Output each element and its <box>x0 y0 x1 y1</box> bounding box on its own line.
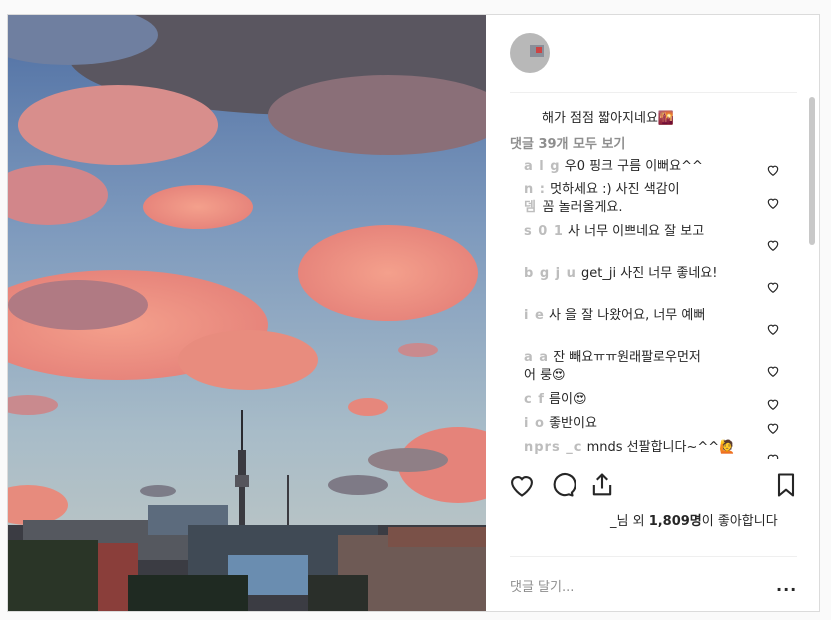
sunset-photo <box>8 15 486 611</box>
comment-item: s 0 1 사 너무 이쁘네요 잘 보고 <box>524 224 705 239</box>
comment-item: a a 잔 빼요ㅠㅠ원래팔로우먼저 어 룽😍 <box>524 350 701 383</box>
comment-item: b g j u get_ji 사진 너무 좋네요! <box>524 266 718 281</box>
comment-like-icon[interactable] <box>766 162 780 176</box>
likes-count[interactable]: _님 외 1,809명이 좋아합니다 <box>610 510 778 529</box>
comment-like-icon[interactable] <box>766 237 780 251</box>
comment-item: a l g 우0 핑크 구름 이뻐요^^ <box>524 159 703 174</box>
comment-like-icon[interactable] <box>766 420 780 434</box>
action-bar <box>508 471 798 501</box>
view-all-comments-link[interactable]: 댓글 39개 모두 보기 <box>510 133 625 152</box>
comment-divider <box>510 556 797 557</box>
comment-like-icon[interactable] <box>766 279 780 293</box>
comments-list: 해가 점점 짧아지네요🌇 댓글 39개 모두 보기 a l g 우0 핑크 구름… <box>510 101 802 459</box>
comments-scrollbar[interactable] <box>809 97 815 245</box>
comment-item: c f 름이😍 <box>524 392 587 407</box>
comment-like-icon[interactable] <box>766 321 780 335</box>
comment-like-icon[interactable] <box>766 195 780 209</box>
avatar[interactable] <box>510 33 550 73</box>
more-icon[interactable]: ... <box>776 576 797 595</box>
comment-item: nprs _c mnds 선팔합니다~^^🙋 <box>524 440 736 455</box>
post-frame: 해가 점점 짧아지네요🌇 댓글 39개 모두 보기 a l g 우0 핑크 구름… <box>7 14 820 612</box>
heart-icon[interactable] <box>508 471 538 501</box>
post-caption: 해가 점점 짧아지네요🌇 <box>542 111 675 126</box>
add-comment-input[interactable]: 댓글 달기... <box>510 576 574 595</box>
comment-icon[interactable] <box>548 471 578 501</box>
bookmark-icon[interactable] <box>772 471 802 501</box>
comment-item: n : 멋하세요 :) 사진 색감이 뎀 꼼 놀러올게요. <box>524 182 680 215</box>
post-photo[interactable] <box>8 15 486 611</box>
comment-item: i o 좋반이요 <box>524 416 597 431</box>
comment-like-icon[interactable] <box>766 363 780 377</box>
comment-like-icon[interactable] <box>766 396 780 410</box>
comment-like-icon[interactable] <box>766 451 780 459</box>
share-icon[interactable] <box>588 471 618 501</box>
comment-item: i e 사 을 잘 나왔어요, 너무 예뻐 <box>524 308 706 323</box>
header-divider <box>510 92 797 93</box>
post-sidebar: 해가 점점 짧아지네요🌇 댓글 39개 모두 보기 a l g 우0 핑크 구름… <box>486 15 819 611</box>
